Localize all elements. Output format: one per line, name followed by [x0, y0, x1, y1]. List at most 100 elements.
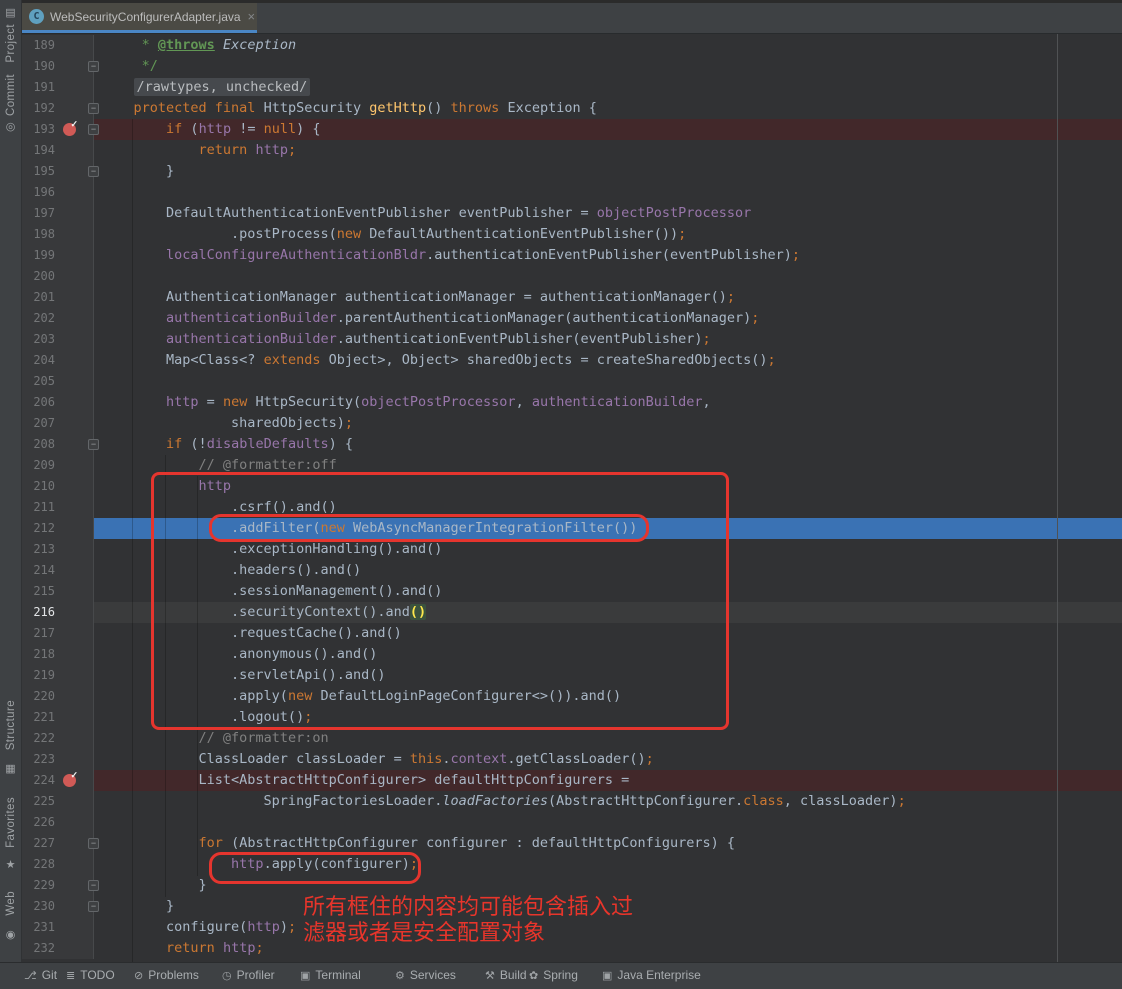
fold-marker-icon[interactable]: − — [88, 901, 99, 912]
toolbar-item-spring[interactable]: ✿Spring — [529, 968, 578, 982]
code-line-193[interactable]: 193− if (http != null) { — [21, 119, 1122, 140]
gutter-cell[interactable]: 191 — [21, 77, 94, 98]
toolbar-item-git[interactable]: ⎇Git — [24, 968, 57, 982]
gutter-cell[interactable]: 207 — [21, 413, 94, 434]
gutter-cell[interactable]: 217 — [21, 623, 94, 644]
breakpoint-verified-icon[interactable] — [63, 774, 76, 787]
code-line-209[interactable]: 209 // @formatter:off — [21, 455, 1122, 476]
gutter-cell[interactable]: 190− — [21, 56, 94, 77]
code-line-214[interactable]: 214 .headers().and() — [21, 560, 1122, 581]
code-line-223[interactable]: 223 ClassLoader classLoader = this.conte… — [21, 749, 1122, 770]
code-line-206[interactable]: 206 http = new HttpSecurity(objectPostPr… — [21, 392, 1122, 413]
tool-window-button-structure[interactable]: Structure — [0, 700, 21, 755]
favorites-star-icon[interactable]: ★ — [0, 858, 21, 871]
gutter-cell[interactable]: 219 — [21, 665, 94, 686]
fold-marker-icon[interactable]: − — [88, 124, 99, 135]
gutter-cell[interactable]: 214 — [21, 560, 94, 581]
code-line-227[interactable]: 227− for (AbstractHttpConfigurer configu… — [21, 833, 1122, 854]
toolbar-item-todo[interactable]: ≣TODO — [66, 968, 115, 982]
gutter-cell[interactable]: 206 — [21, 392, 94, 413]
code-line-201[interactable]: 201 AuthenticationManager authentication… — [21, 287, 1122, 308]
gutter-cell[interactable]: 198 — [21, 224, 94, 245]
code-line-212[interactable]: 212 .addFilter(new WebAsyncManagerIntegr… — [21, 518, 1122, 539]
code-line-195[interactable]: 195− } — [21, 161, 1122, 182]
code-line-198[interactable]: 198 .postProcess(new DefaultAuthenticati… — [21, 224, 1122, 245]
gutter-cell[interactable]: 212 — [21, 518, 94, 539]
code-line-199[interactable]: 199 localConfigureAuthenticationBldr.aut… — [21, 245, 1122, 266]
gutter-cell[interactable]: 202 — [21, 308, 94, 329]
gutter-cell[interactable]: 231 — [21, 917, 94, 938]
toolbar-item-java-enterprise[interactable]: ▣Java Enterprise — [602, 968, 701, 982]
gutter-cell[interactable]: 210 — [21, 476, 94, 497]
code-line-210[interactable]: 210 http — [21, 476, 1122, 497]
code-line-229[interactable]: 229− } — [21, 875, 1122, 896]
gutter-cell[interactable]: 194 — [21, 140, 94, 161]
code-line-204[interactable]: 204 Map<Class<? extends Object>, Object>… — [21, 350, 1122, 371]
code-line-211[interactable]: 211 .csrf().and() — [21, 497, 1122, 518]
project-folder-icon[interactable]: ▤ — [0, 6, 21, 19]
code-line-200[interactable]: 200 — [21, 266, 1122, 287]
gutter-cell[interactable]: 209 — [21, 455, 94, 476]
code-line-203[interactable]: 203 authenticationBuilder.authentication… — [21, 329, 1122, 350]
code-line-224[interactable]: 224 List<AbstractHttpConfigurer> default… — [21, 770, 1122, 791]
code-line-197[interactable]: 197 DefaultAuthenticationEventPublisher … — [21, 203, 1122, 224]
code-line-191[interactable]: 191 /rawtypes, unchecked/ — [21, 77, 1122, 98]
gutter-cell[interactable]: 216 — [21, 602, 94, 623]
gutter-cell[interactable]: 189 — [21, 35, 94, 56]
gutter-cell[interactable]: 213 — [21, 539, 94, 560]
code-editor[interactable]: 189 * @throws Exception190− */191 /rawty… — [21, 33, 1122, 962]
code-line-226[interactable]: 226 — [21, 812, 1122, 833]
code-line-189[interactable]: 189 * @throws Exception — [21, 35, 1122, 56]
gutter-cell[interactable]: 222 — [21, 728, 94, 749]
fold-marker-icon[interactable]: − — [88, 103, 99, 114]
code-line-196[interactable]: 196 — [21, 182, 1122, 203]
gutter-cell[interactable]: 201 — [21, 287, 94, 308]
tool-window-button-project[interactable]: Project — [0, 24, 21, 68]
gutter-cell[interactable]: 193− — [21, 119, 94, 140]
gutter-cell[interactable]: 218 — [21, 644, 94, 665]
fold-marker-icon[interactable]: − — [88, 838, 99, 849]
code-line-221[interactable]: 221 .logout(); — [21, 707, 1122, 728]
gutter-cell[interactable]: 204 — [21, 350, 94, 371]
code-line-216[interactable]: 216 .securityContext().and() — [21, 602, 1122, 623]
breakpoint-verified-icon[interactable] — [63, 123, 76, 136]
gutter-cell[interactable]: 203 — [21, 329, 94, 350]
code-line-192[interactable]: 192− protected final HttpSecurity getHtt… — [21, 98, 1122, 119]
gutter-cell[interactable]: 227− — [21, 833, 94, 854]
tab-close-icon[interactable]: × — [248, 10, 256, 23]
gutter-cell[interactable]: 195− — [21, 161, 94, 182]
code-line-194[interactable]: 194 return http; — [21, 140, 1122, 161]
structure-icon[interactable]: ▦ — [0, 762, 21, 775]
toolbar-item-problems[interactable]: ⊘Problems — [134, 968, 199, 982]
gutter-cell[interactable]: 215 — [21, 581, 94, 602]
gutter-cell[interactable]: 229− — [21, 875, 94, 896]
fold-marker-icon[interactable]: − — [88, 166, 99, 177]
code-line-207[interactable]: 207 sharedObjects); — [21, 413, 1122, 434]
commit-icon[interactable]: ◎ — [0, 120, 21, 133]
gutter-cell[interactable]: 200 — [21, 266, 94, 287]
code-line-222[interactable]: 222 // @formatter:on — [21, 728, 1122, 749]
gutter-cell[interactable]: 205 — [21, 371, 94, 392]
code-line-218[interactable]: 218 .anonymous().and() — [21, 644, 1122, 665]
gutter-cell[interactable]: 197 — [21, 203, 94, 224]
toolbar-item-terminal[interactable]: ▣Terminal — [300, 968, 361, 982]
gutter-cell[interactable]: 228 — [21, 854, 94, 875]
gutter-cell[interactable]: 230− — [21, 896, 94, 917]
code-line-202[interactable]: 202 authenticationBuilder.parentAuthenti… — [21, 308, 1122, 329]
code-line-220[interactable]: 220 .apply(new DefaultLoginPageConfigure… — [21, 686, 1122, 707]
tool-window-button-web[interactable]: Web — [0, 891, 21, 921]
gutter-cell[interactable]: 199 — [21, 245, 94, 266]
toolbar-item-services[interactable]: ⚙Services — [395, 968, 456, 982]
gutter-cell[interactable]: 224 — [21, 770, 94, 791]
tool-window-button-commit[interactable]: Commit — [0, 74, 21, 121]
web-globe-icon[interactable]: ◉ — [0, 928, 21, 941]
editor-tab[interactable]: C WebSecurityConfigurerAdapter.java × — [21, 3, 257, 30]
code-line-225[interactable]: 225 SpringFactoriesLoader.loadFactories(… — [21, 791, 1122, 812]
fold-marker-icon[interactable]: − — [88, 880, 99, 891]
gutter-cell[interactable]: 192− — [21, 98, 94, 119]
tool-window-button-favorites[interactable]: Favorites — [0, 797, 21, 853]
code-line-208[interactable]: 208− if (!disableDefaults) { — [21, 434, 1122, 455]
gutter-cell[interactable]: 196 — [21, 182, 94, 203]
gutter-cell[interactable]: 208− — [21, 434, 94, 455]
code-line-228[interactable]: 228 http.apply(configurer); — [21, 854, 1122, 875]
